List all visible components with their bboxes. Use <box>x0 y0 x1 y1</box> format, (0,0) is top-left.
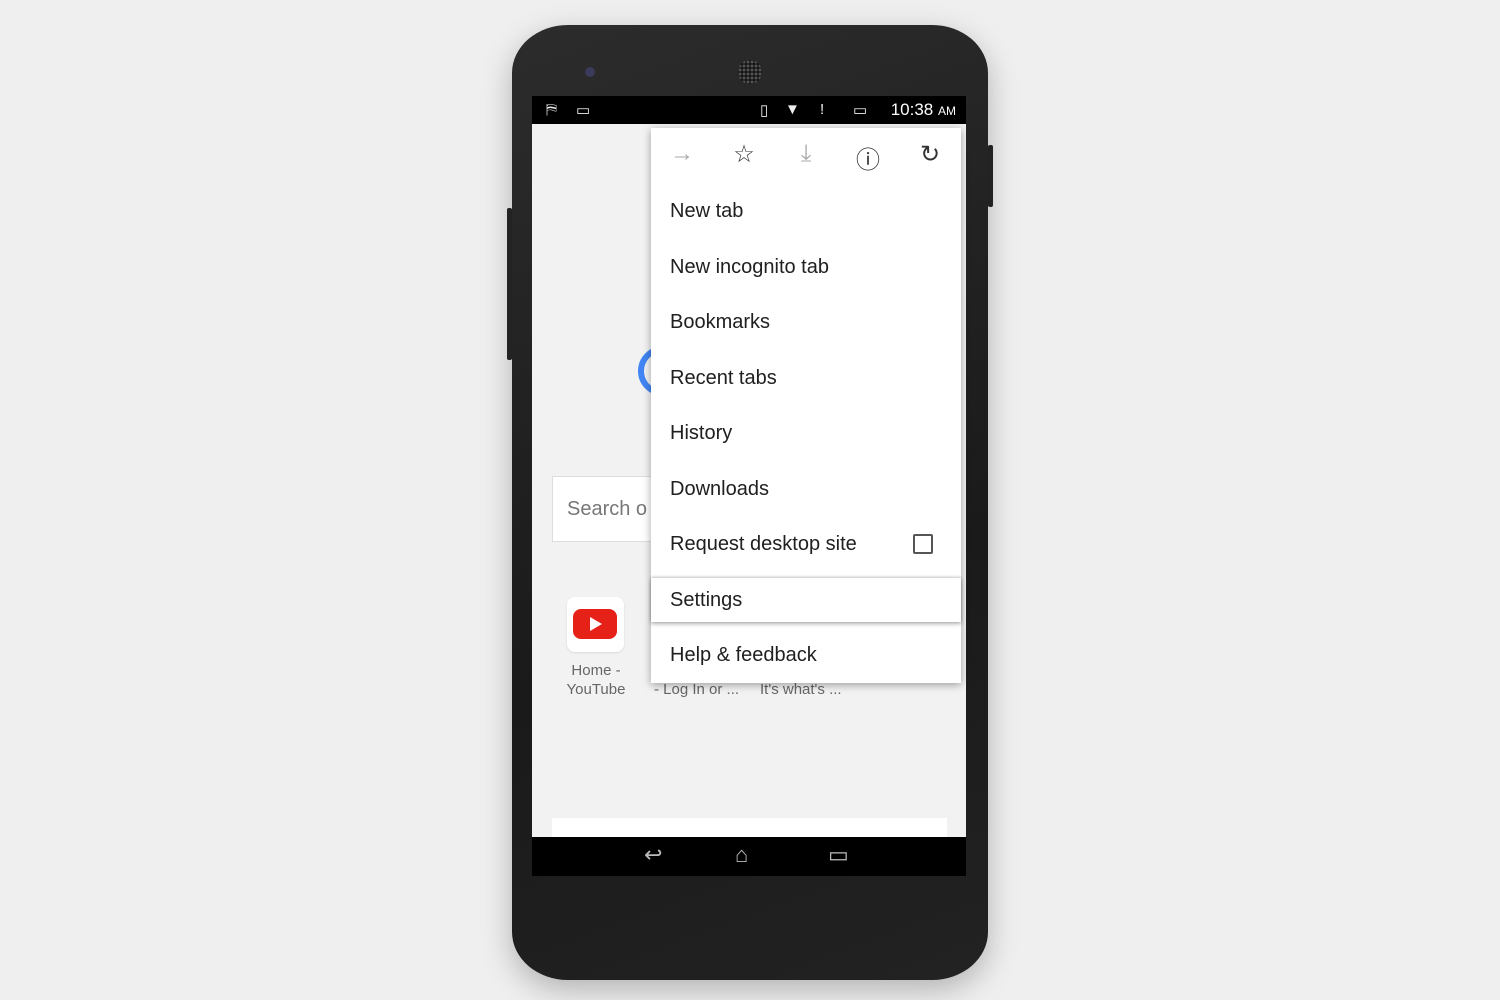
youtube-tile[interactable] <box>567 597 624 652</box>
search-placeholder: Search o <box>567 498 648 520</box>
image-icon: ▭ <box>576 102 591 119</box>
forward-icon[interactable]: → <box>667 140 697 168</box>
menu-item-bookmarks[interactable]: Bookmarks <box>651 295 961 350</box>
desktop-site-checkbox[interactable] <box>913 534 933 554</box>
menu-item-settings[interactable]: Settings <box>651 578 961 622</box>
nav-bar: ↩ ⌂ ▭ <box>532 837 966 876</box>
menu-item-label: Request desktop site <box>670 533 857 555</box>
menu-item-new-incognito-tab[interactable]: New incognito tab <box>651 240 961 295</box>
reload-icon[interactable]: ↻ <box>915 140 945 169</box>
menu-item-request-desktop-site[interactable]: Request desktop site <box>651 517 961 572</box>
power-button <box>988 145 993 207</box>
status-bar: ⛿ ▭ ▯ ▼ ! ▭ 10:38 AM <box>532 96 966 124</box>
alert-icon: ! <box>820 101 825 118</box>
info-icon[interactable]: ⓘ <box>853 140 883 175</box>
back-icon[interactable]: ↩ <box>644 842 662 868</box>
wifi-icon: ▼ <box>785 101 800 118</box>
menu-item-new-tab[interactable]: New tab <box>651 184 961 239</box>
tile-label-youtube[interactable]: Home - YouTube <box>552 661 640 699</box>
vibrate-icon: ▯ <box>760 102 769 119</box>
download-icon[interactable]: ⤓ <box>791 140 821 168</box>
youtube-icon <box>573 609 617 639</box>
clock: 10:38 AM <box>890 100 956 119</box>
front-camera <box>585 67 595 77</box>
menu-item-help-feedback[interactable]: Help & feedback <box>651 628 961 683</box>
recents-icon[interactable]: ▭ <box>828 842 849 868</box>
cleaner-icon: ⛿ <box>546 101 557 118</box>
menu-item-recent-tabs[interactable]: Recent tabs <box>651 351 961 406</box>
speaker <box>738 60 762 84</box>
menu-item-history[interactable]: History <box>651 406 961 461</box>
bookmark-star-icon[interactable]: ☆ <box>729 140 759 169</box>
menu-toolbar: → ☆ ⤓ ⓘ ↻ <box>651 128 961 184</box>
volume-button <box>507 208 512 360</box>
menu-item-downloads[interactable]: Downloads <box>651 462 961 517</box>
home-icon[interactable]: ⌂ <box>735 842 748 868</box>
overflow-menu: → ☆ ⤓ ⓘ ↻ New tab New incognito tab Book… <box>651 128 961 683</box>
battery-icon: ▭ <box>853 102 868 119</box>
